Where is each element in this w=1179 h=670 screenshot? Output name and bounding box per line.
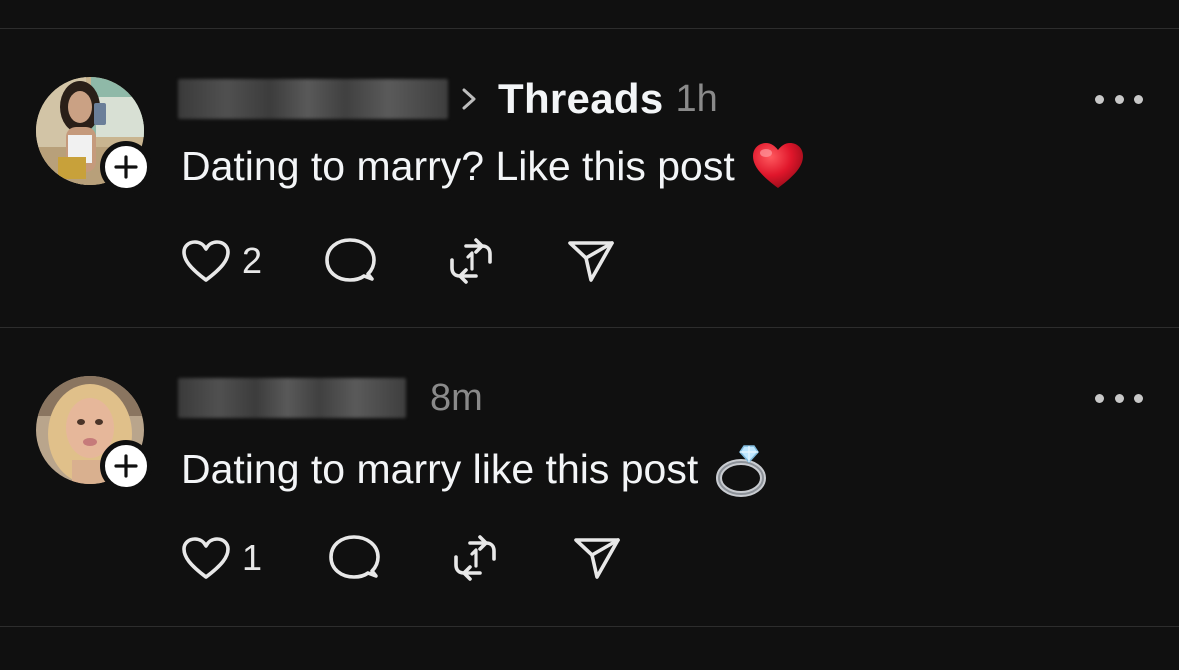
- thread-post[interactable]: 8m Dating to marry like this post 1: [0, 328, 1179, 626]
- post-actions: 2: [180, 231, 616, 291]
- like-count: 1: [242, 537, 263, 578]
- post-text-row: Dating to marry like this post: [181, 440, 772, 498]
- repost-icon: [454, 535, 496, 581]
- repost-button[interactable]: [446, 238, 496, 284]
- post-header: 8m: [178, 373, 483, 423]
- divider: [0, 626, 1179, 627]
- like-button[interactable]: 1: [180, 535, 262, 581]
- heart-icon: [182, 537, 230, 579]
- post-timestamp: 8m: [430, 376, 483, 419]
- plus-icon: [114, 454, 138, 478]
- post-actions: 1: [180, 528, 622, 588]
- reply-button[interactable]: [324, 236, 376, 286]
- plus-icon: [114, 155, 138, 179]
- post-text: Dating to marry? Like this post: [181, 142, 735, 189]
- username-redacted[interactable]: [178, 79, 448, 119]
- send-icon: [574, 538, 620, 579]
- threads-feed: Threads 1h Dating to marry? Like this po…: [0, 0, 1179, 670]
- red-heart-emoji: [751, 141, 805, 191]
- post-header: Threads 1h: [178, 74, 718, 124]
- comment-icon: [325, 238, 376, 282]
- repost-button[interactable]: [450, 535, 500, 581]
- post-text-row: Dating to marry? Like this post: [181, 141, 805, 191]
- ring-emoji: [714, 440, 772, 498]
- more-horizontal-icon[interactable]: [1095, 89, 1143, 109]
- share-button[interactable]: [572, 535, 622, 581]
- reply-button[interactable]: [328, 533, 380, 583]
- avatar-container[interactable]: [36, 376, 152, 492]
- share-button[interactable]: [566, 238, 616, 284]
- repost-icon: [450, 238, 492, 284]
- community-name[interactable]: Threads: [498, 75, 664, 123]
- avatar-container[interactable]: [36, 77, 152, 193]
- post-text: Dating to marry like this post: [181, 445, 699, 492]
- post-timestamp: 1h: [675, 77, 718, 120]
- chevron-right-icon: [462, 85, 482, 113]
- more-horizontal-icon[interactable]: [1095, 388, 1143, 408]
- like-button[interactable]: 2: [180, 238, 262, 284]
- send-icon: [568, 241, 614, 282]
- heart-icon: [182, 240, 230, 282]
- follow-plus-button[interactable]: [100, 440, 152, 492]
- thread-post[interactable]: Threads 1h Dating to marry? Like this po…: [0, 29, 1179, 327]
- comment-icon: [329, 535, 380, 579]
- username-redacted[interactable]: [178, 378, 406, 418]
- follow-plus-button[interactable]: [100, 141, 152, 193]
- like-count: 2: [242, 240, 263, 281]
